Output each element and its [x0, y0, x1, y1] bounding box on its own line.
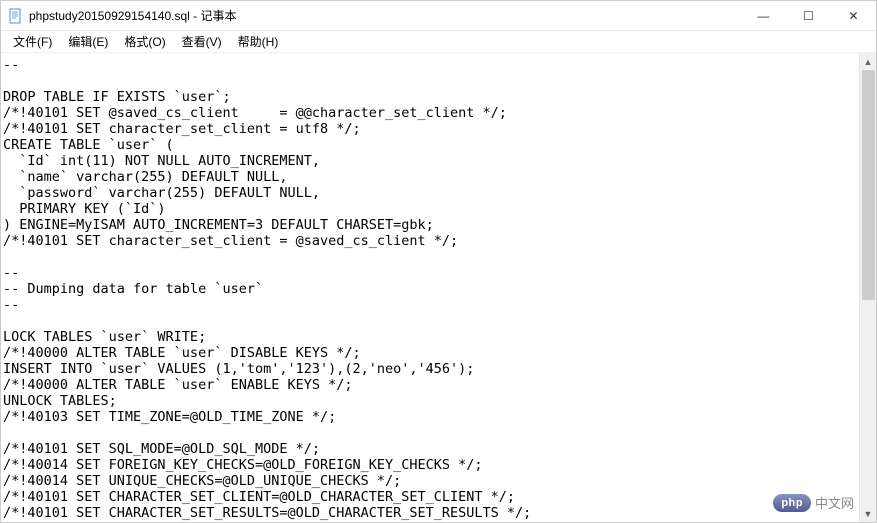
text-content[interactable]: -- DROP TABLE IF EXISTS `user`; /*!40101…	[1, 53, 876, 522]
maximize-button[interactable]: ☐	[786, 1, 831, 30]
menubar: 文件(F) 编辑(E) 格式(O) 查看(V) 帮助(H)	[1, 31, 876, 53]
scroll-down-button[interactable]: ▼	[860, 505, 876, 522]
menu-file[interactable]: 文件(F)	[5, 31, 60, 52]
scroll-up-button[interactable]: ▲	[860, 53, 876, 70]
titlebar: phpstudy20150929154140.sql - 记事本 — ☐ ✕	[1, 1, 876, 31]
window-title: phpstudy20150929154140.sql - 记事本	[29, 7, 741, 24]
minimize-button[interactable]: —	[741, 1, 786, 30]
menu-format[interactable]: 格式(O)	[116, 31, 173, 52]
window-controls: — ☐ ✕	[741, 1, 876, 30]
content-area: -- DROP TABLE IF EXISTS `user`; /*!40101…	[1, 53, 876, 522]
close-button[interactable]: ✕	[831, 1, 876, 30]
menu-view[interactable]: 查看(V)	[174, 31, 230, 52]
scroll-thumb[interactable]	[862, 70, 875, 300]
notepad-icon	[7, 8, 23, 24]
menu-help[interactable]: 帮助(H)	[230, 31, 287, 52]
vertical-scrollbar[interactable]: ▲ ▼	[859, 53, 876, 522]
menu-edit[interactable]: 编辑(E)	[60, 31, 116, 52]
